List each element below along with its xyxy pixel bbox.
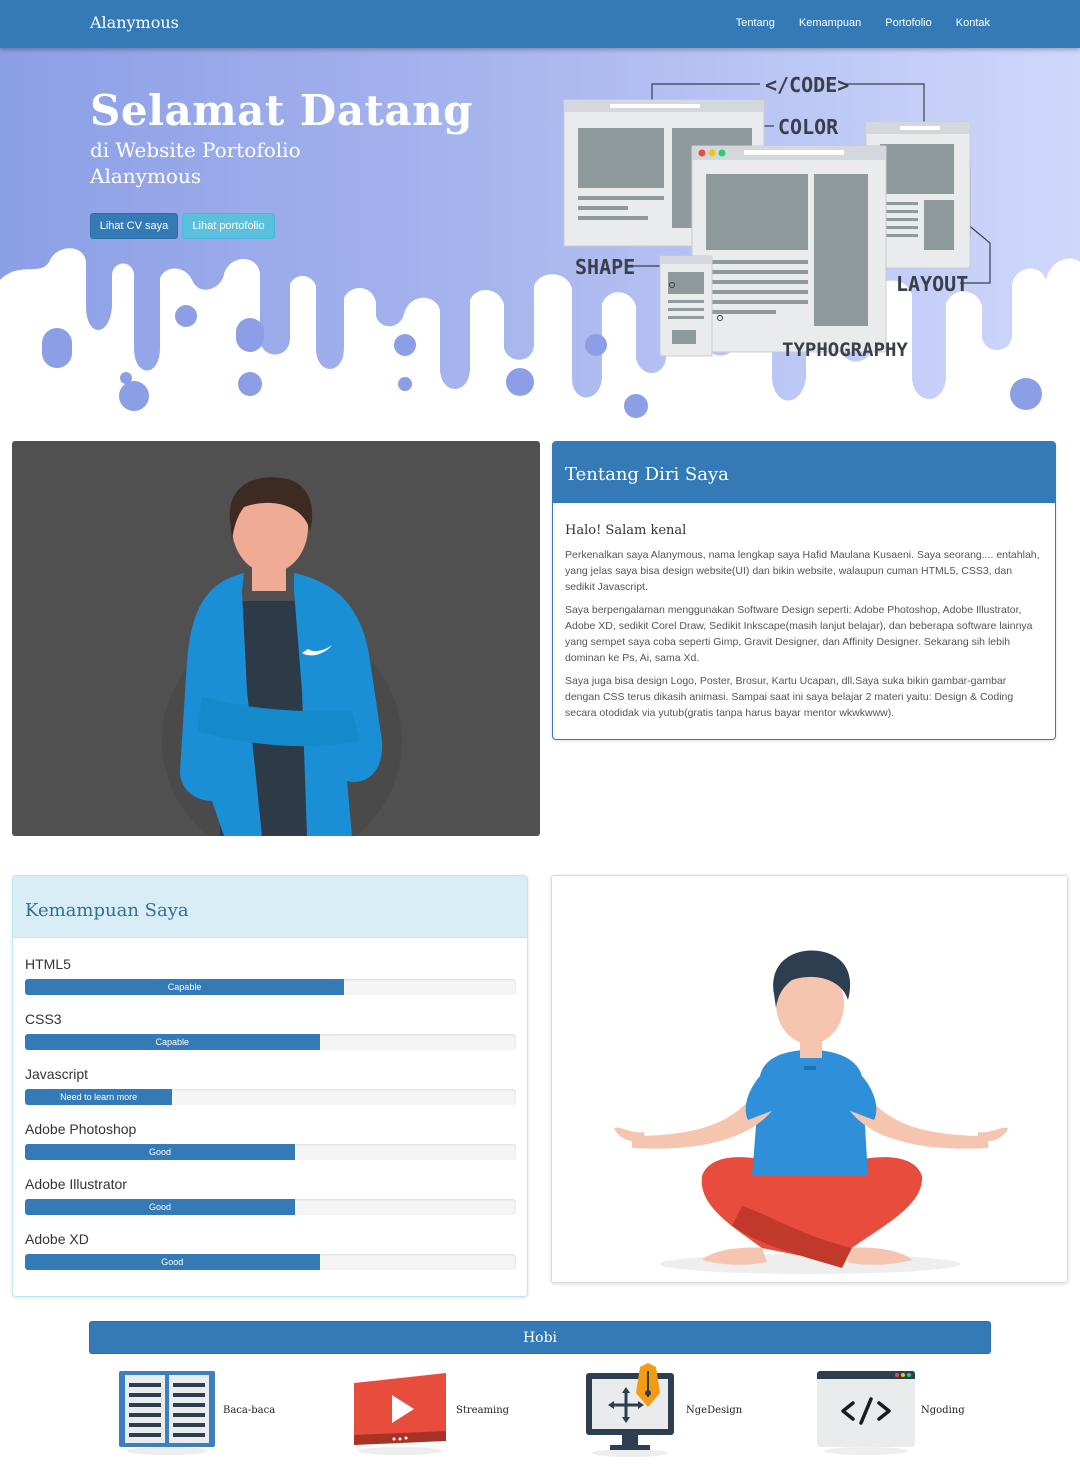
hobby-label-coding: Ngoding — [921, 1404, 965, 1416]
label-typography: TYPHOGRAPHY — [782, 339, 908, 361]
design-monitor-icon — [586, 1363, 674, 1457]
about-greeting: Halo! Salam kenal — [565, 523, 687, 538]
skills-panel-title: Kemampuan Saya — [13, 876, 527, 938]
hero-subtitle-line-2: Alanymous — [90, 164, 202, 188]
skill-progress-track: Good — [25, 1144, 516, 1160]
skill-name: Javascript — [25, 1066, 89, 1082]
hobby-label-streaming: Streaming — [456, 1404, 510, 1416]
skill-row: Adobe XD Good — [25, 1231, 516, 1271]
about-paragraph: Saya berpengalaman menggunakan Software … — [565, 604, 1033, 664]
skill-row: HTML5 Capable — [25, 956, 516, 996]
label-color: COLOR — [778, 115, 839, 139]
skills-list: HTML5 Capable CSS3 Capable Javascript Need to… — [13, 938, 527, 1271]
skill-row: Adobe Illustrator Good — [25, 1176, 516, 1216]
view-cv-button[interactable]: Lihat CV saya — [90, 213, 178, 239]
skill-progress-bar: Good — [25, 1254, 320, 1270]
skill-progress-track: Capable — [25, 979, 516, 995]
nav-link-kemampuan[interactable]: Kemampuan — [799, 17, 861, 29]
person-illustration — [162, 477, 402, 836]
about-panel-title: Tentang Diri Saya — [553, 442, 1055, 503]
skills-panel: Kemampuan Saya HTML5 Capable CSS3 Capable Ja… — [12, 875, 528, 1297]
about-paragraph: Saya juga bisa design Logo, Poster, Bros… — [565, 675, 1014, 719]
brand-link[interactable]: Alanymous — [90, 13, 179, 32]
skill-name: Adobe XD — [25, 1231, 89, 1247]
about-panel: Tentang Diri Saya Halo! Salam kenal Perk… — [552, 441, 1056, 740]
meditation-illustration-card — [551, 875, 1068, 1283]
hobby-item-streaming: Streaming — [348, 1360, 509, 1460]
skill-name: HTML5 — [25, 956, 71, 972]
hobby-item-reading: Baca-baca — [115, 1360, 275, 1460]
skill-row: Javascript Need to learn more — [25, 1066, 516, 1106]
nav-link-portofolio[interactable]: Portofolio — [885, 17, 931, 29]
hobby-item-design: NgeDesign — [582, 1360, 742, 1460]
skill-name: Adobe Photoshop — [25, 1121, 137, 1137]
code-window-icon — [817, 1371, 915, 1455]
skill-progress-bar: Capable — [25, 979, 345, 995]
label-shape: SHAPE — [575, 255, 635, 279]
hobby-section-title: Hobi — [89, 1321, 991, 1354]
meditation-illustration — [614, 950, 1008, 1274]
about-paragraph: Perkenalkan saya Alanymous, nama lengkap… — [565, 549, 1040, 593]
book-icon — [119, 1371, 215, 1455]
hero-section: Selamat Datang di Website Portofolio Ala… — [0, 48, 1080, 420]
label-layout: LAYOUT — [896, 272, 968, 296]
hobby-label-design: NgeDesign — [686, 1404, 743, 1416]
hero-title: Selamat Datang — [90, 86, 474, 135]
skill-progress-track: Good — [25, 1199, 516, 1215]
view-portfolio-button[interactable]: Lihat portofolio — [182, 213, 275, 239]
hero-subtitle-line-1: di Website Portofolio — [90, 138, 301, 162]
nav-link-tentang[interactable]: Tentang — [736, 17, 775, 29]
navbar: Alanymous Tentang Kemampuan Portofolio K… — [0, 0, 1080, 48]
skill-row: CSS3 Capable — [25, 1011, 516, 1051]
skill-progress-bar: Need to learn more — [25, 1089, 173, 1105]
skill-progress-bar: Good — [25, 1144, 296, 1160]
skill-progress-track: Good — [25, 1254, 516, 1270]
web-design-illustration: </CODE> COLOR SHAPE LAYOUT TYPHOGRAPHY — [563, 73, 991, 361]
nav-link-kontak[interactable]: Kontak — [956, 17, 990, 29]
skill-progress-track: Need to learn more — [25, 1089, 516, 1105]
skill-name: Adobe Illustrator — [25, 1176, 127, 1192]
label-code: </CODE> — [765, 73, 849, 97]
profile-photo — [12, 441, 540, 836]
skill-progress-bar: Capable — [25, 1034, 320, 1050]
nav-links: Tentang Kemampuan Portofolio Kontak — [736, 17, 990, 29]
skill-progress-track: Capable — [25, 1034, 516, 1050]
skill-name: CSS3 — [25, 1011, 62, 1027]
skill-row: Adobe Photoshop Good — [25, 1121, 516, 1161]
hobby-label-reading: Baca-baca — [223, 1404, 276, 1416]
hobby-item-coding: Ngoding — [815, 1360, 965, 1460]
video-play-icon — [354, 1373, 446, 1455]
skill-progress-bar: Good — [25, 1199, 296, 1215]
